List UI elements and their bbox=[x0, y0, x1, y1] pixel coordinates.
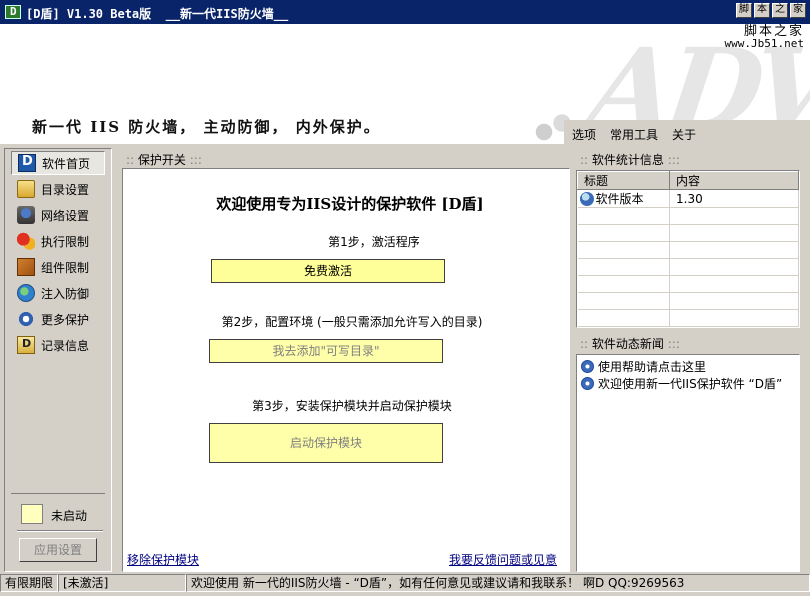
nav-item-label: 目录设置 bbox=[41, 182, 90, 197]
nav-item-injection[interactable]: 注入防御 bbox=[11, 281, 105, 305]
news-item-welcome[interactable]: 欢迎使用新一代IIS保护软件 “D盾” bbox=[581, 375, 782, 391]
status-bar: 有限期限 [未激活] 欢迎使用 新一代的IIS防火墙 - “D盾”，如有任何意见… bbox=[0, 574, 810, 592]
nav-item-label: 组件限制 bbox=[41, 260, 90, 275]
folder-icon bbox=[17, 180, 35, 198]
table-row bbox=[577, 309, 799, 327]
add-writable-dir-button[interactable]: 我去添加"可写目录" bbox=[209, 339, 443, 363]
left-navigation: 软件首页 目录设置 网络设置 执行限制 组件限制 注入防御 更多保护 记录信息 … bbox=[4, 148, 112, 572]
system-buttons: 脚 本 之 家 bbox=[736, 3, 806, 18]
banner: ADV 脚本之家 www.Jb51.net 新一代 IIS 防火墙， 主动防御，… bbox=[0, 24, 810, 144]
home-icon bbox=[18, 154, 36, 172]
menu-about[interactable]: 关于 bbox=[672, 126, 696, 144]
nav-item-label: 执行限制 bbox=[41, 234, 90, 249]
step3-label: 第3步，安装保护模块并启动保护模块 bbox=[252, 399, 452, 413]
network-icon bbox=[17, 206, 35, 224]
component-icon bbox=[17, 258, 35, 276]
table-row[interactable]: 软件版本 1.30 bbox=[577, 189, 799, 208]
table-row bbox=[577, 207, 799, 225]
news-panel: 使用帮助请点击这里 欢迎使用新一代IIS保护软件 “D盾” bbox=[576, 354, 800, 572]
main-section-header: :: 保护开关 ::: bbox=[126, 153, 202, 167]
step1-label: 第1步，激活程序 bbox=[328, 235, 420, 249]
column-header-title[interactable]: 标题 bbox=[577, 171, 670, 190]
info-icon bbox=[579, 192, 594, 206]
row-title-text: 软件版本 bbox=[595, 192, 644, 206]
sys-button-2[interactable]: 本 bbox=[754, 3, 770, 18]
protection-status: 未启动 应用设置 bbox=[11, 493, 105, 571]
nav-item-exec-limit[interactable]: 执行限制 bbox=[11, 229, 105, 253]
status-text: 未启动 bbox=[51, 509, 88, 523]
stats-table: 标题 内容 软件版本 1.30 bbox=[577, 171, 799, 327]
stats-panel: 标题 内容 软件版本 1.30 bbox=[576, 170, 800, 328]
activate-button[interactable]: 免费激活 bbox=[211, 259, 445, 283]
site-watermark: 脚本之家 www.Jb51.net bbox=[724, 25, 804, 50]
menu-tools[interactable]: 常用工具 bbox=[610, 126, 658, 144]
nav-item-label: 记录信息 bbox=[41, 338, 90, 353]
nav-item-component-limit[interactable]: 组件限制 bbox=[11, 255, 105, 279]
row-title: 软件版本 bbox=[577, 189, 670, 208]
nav-item-network[interactable]: 网络设置 bbox=[11, 203, 105, 227]
table-row bbox=[577, 292, 799, 310]
news-item-text: 使用帮助请点击这里 bbox=[598, 359, 707, 374]
column-header-content[interactable]: 内容 bbox=[669, 171, 799, 190]
apply-settings-button[interactable]: 应用设置 bbox=[19, 538, 97, 562]
status-activation: [未激活] bbox=[58, 574, 186, 592]
divider bbox=[17, 530, 103, 532]
news-section-title: 软件动态新闻 bbox=[591, 337, 664, 351]
start-protection-button[interactable]: 启动保护模块 bbox=[209, 423, 443, 463]
stats-section-title: 软件统计信息 bbox=[591, 153, 664, 167]
remove-module-link[interactable]: 移除保护模块 bbox=[127, 551, 199, 568]
nav-item-directory[interactable]: 目录设置 bbox=[11, 177, 105, 201]
row-value: 1.30 bbox=[669, 189, 799, 208]
status-message: 欢迎使用 新一代的IIS防火墙 - “D盾”，如有任何意见或建议请和我联系！ 啊… bbox=[186, 574, 810, 592]
globe-icon bbox=[17, 284, 35, 302]
status-indicator bbox=[21, 504, 43, 524]
nav-item-label: 注入防御 bbox=[41, 286, 90, 301]
news-item-text: 欢迎使用新一代IIS保护软件 “D盾” bbox=[598, 376, 783, 391]
log-icon bbox=[17, 336, 35, 354]
sys-button-1[interactable]: 脚 bbox=[736, 3, 752, 18]
menu-options[interactable]: 选项 bbox=[572, 126, 596, 144]
step2-label: 第2步，配置环境 (一般只需添加允许写入的目录) bbox=[221, 315, 483, 329]
table-row bbox=[577, 224, 799, 242]
window-title: [D盾] V1.30 Beta版 __新一代IIS防火墙__ bbox=[26, 7, 289, 21]
table-row bbox=[577, 241, 799, 259]
welcome-heading: 欢迎使用专为IIS设计的保护软件 [D盾] bbox=[216, 195, 484, 213]
nav-item-label: 更多保护 bbox=[41, 312, 90, 327]
banner-slogan: 新一代 IIS 防火墙， 主动防御， 内外保护。 bbox=[32, 118, 381, 136]
title-bar[interactable]: [D盾] V1.30 Beta版 __新一代IIS防火墙__ 脚 本 之 家 bbox=[0, 0, 810, 24]
news-bullet-icon bbox=[581, 376, 594, 390]
news-item-help[interactable]: 使用帮助请点击这里 bbox=[581, 358, 706, 374]
status-period-label: 有限期限 bbox=[0, 574, 58, 592]
feedback-link[interactable]: 我要反馈问题或见意 bbox=[449, 551, 557, 568]
nav-item-label: 网络设置 bbox=[41, 208, 90, 223]
app-icon bbox=[5, 5, 21, 19]
menu-bar: 选项 常用工具 关于 bbox=[564, 120, 810, 144]
stats-section-header: :: 软件统计信息 ::: bbox=[580, 153, 680, 167]
news-bullet-icon bbox=[581, 359, 594, 373]
exec-icon bbox=[17, 232, 35, 250]
nav-item-more[interactable]: 更多保护 bbox=[11, 307, 105, 331]
main-panel: 欢迎使用专为IIS设计的保护软件 [D盾] 第1步，激活程序 免费激活 第2步，… bbox=[122, 168, 570, 572]
nav-item-log[interactable]: 记录信息 bbox=[11, 333, 105, 357]
nav-item-home[interactable]: 软件首页 bbox=[11, 151, 105, 175]
nav-item-label: 软件首页 bbox=[42, 156, 91, 171]
table-row bbox=[577, 258, 799, 276]
news-section-header: :: 软件动态新闻 ::: bbox=[580, 337, 680, 351]
sys-button-3[interactable]: 之 bbox=[772, 3, 788, 18]
main-section-title: 保护开关 bbox=[137, 153, 186, 167]
sys-button-4[interactable]: 家 bbox=[790, 3, 806, 18]
more-icon bbox=[17, 310, 35, 328]
table-row bbox=[577, 275, 799, 293]
site-url: www.Jb51.net bbox=[724, 37, 804, 50]
